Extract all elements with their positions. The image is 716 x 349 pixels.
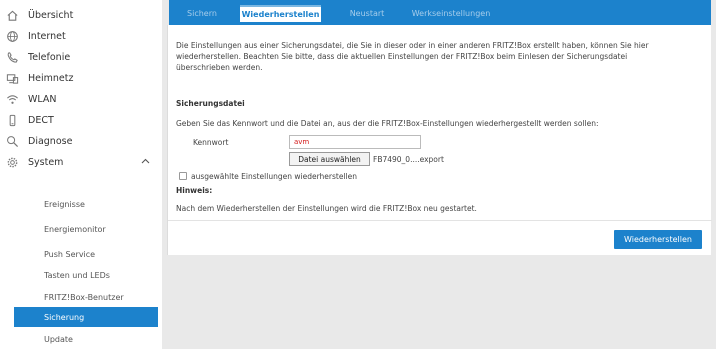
tab-bar: Sichern Wiederherstellen Neustart Werkse… [169,0,711,25]
sidebar-item-label: DECT [28,114,54,126]
sidebar-item-system[interactable]: System [0,153,158,171]
sidebar-item-heimnetz[interactable]: Heimnetz [0,69,158,87]
sidebar-item-wlan[interactable]: WLAN [0,90,158,108]
sidebar-item-internet[interactable]: Internet [0,27,158,45]
section-heading: Sicherungsdatei [176,99,245,108]
globe-icon [5,29,19,43]
content-panel: Die Einstellungen aus einer Sicherungsda… [167,25,712,255]
tab-sichern[interactable]: Sichern [180,5,224,22]
network-icon [5,71,19,85]
sidebar-subitem-energiemonitor[interactable]: Energiemonitor [14,219,158,239]
sidebar-item-telefonie[interactable]: Telefonie [0,48,158,66]
restore-selected-checkbox[interactable] [179,172,187,180]
sidebar-item-diagnose[interactable]: Diagnose [0,132,158,150]
sidebar: Übersicht Internet Telefonie Heimnetz WL… [0,0,162,349]
sidebar-item-dect[interactable]: DECT [0,111,158,129]
intro-text-line-2: wiederherstellen. Beachten Sie bitte, da… [176,52,628,61]
sidebar-subitem-sicherung[interactable]: Sicherung [14,307,158,327]
checkbox-label: ausgewählte Einstellungen wiederherstell… [191,172,357,181]
intro-text-line-3: überschrieben werden. [176,63,263,72]
sidebar-subitem-fritzbox-benutzer[interactable]: FRITZ!Box-Benutzer [14,287,158,307]
tab-wiederherstellen[interactable]: Wiederherstellen [240,5,321,22]
sidebar-item-label: System [28,156,64,168]
sidebar-item-label: Heimnetz [28,72,74,84]
section-text: Geben Sie das Kennwort und die Datei an,… [176,119,599,128]
sidebar-subitem-ereignisse[interactable]: Ereignisse [14,194,158,214]
hint-heading: Hinweis: [176,186,213,195]
dect-phone-icon [5,113,19,127]
sidebar-item-label: Diagnose [28,135,73,147]
restore-button[interactable]: Wiederherstellen [614,230,702,249]
password-label: Kennwort [193,138,229,147]
phone-icon [5,50,19,64]
sidebar-subitem-tasten-und-leds[interactable]: Tasten und LEDs [14,265,158,285]
hint-text: Nach dem Wiederherstellen der Einstellun… [176,204,477,213]
wifi-icon [5,92,19,106]
magnifier-icon [5,134,19,148]
chevron-up-icon[interactable] [141,157,150,167]
divider [168,220,712,221]
choose-file-button[interactable]: Datei auswählen [289,152,370,166]
tab-neustart[interactable]: Neustart [341,5,393,22]
password-input[interactable]: avm [289,135,421,149]
sidebar-subitem-push-service[interactable]: Push Service [14,244,158,264]
sidebar-item-label: WLAN [28,93,57,105]
tab-werkseinstellungen[interactable]: Werkseinstellungen [403,5,499,22]
file-name: FB7490_0....export [373,155,444,164]
sidebar-subitem-update[interactable]: Update [14,329,158,349]
sidebar-item-label: Übersicht [28,9,74,21]
sidebar-item-label: Internet [28,30,66,42]
intro-text-line-1: Die Einstellungen aus einer Sicherungsda… [176,41,649,50]
sidebar-item-uebersicht[interactable]: Übersicht [0,6,158,24]
sidebar-item-label: Telefonie [28,51,71,63]
gear-icon [5,155,19,169]
home-icon [5,8,19,22]
